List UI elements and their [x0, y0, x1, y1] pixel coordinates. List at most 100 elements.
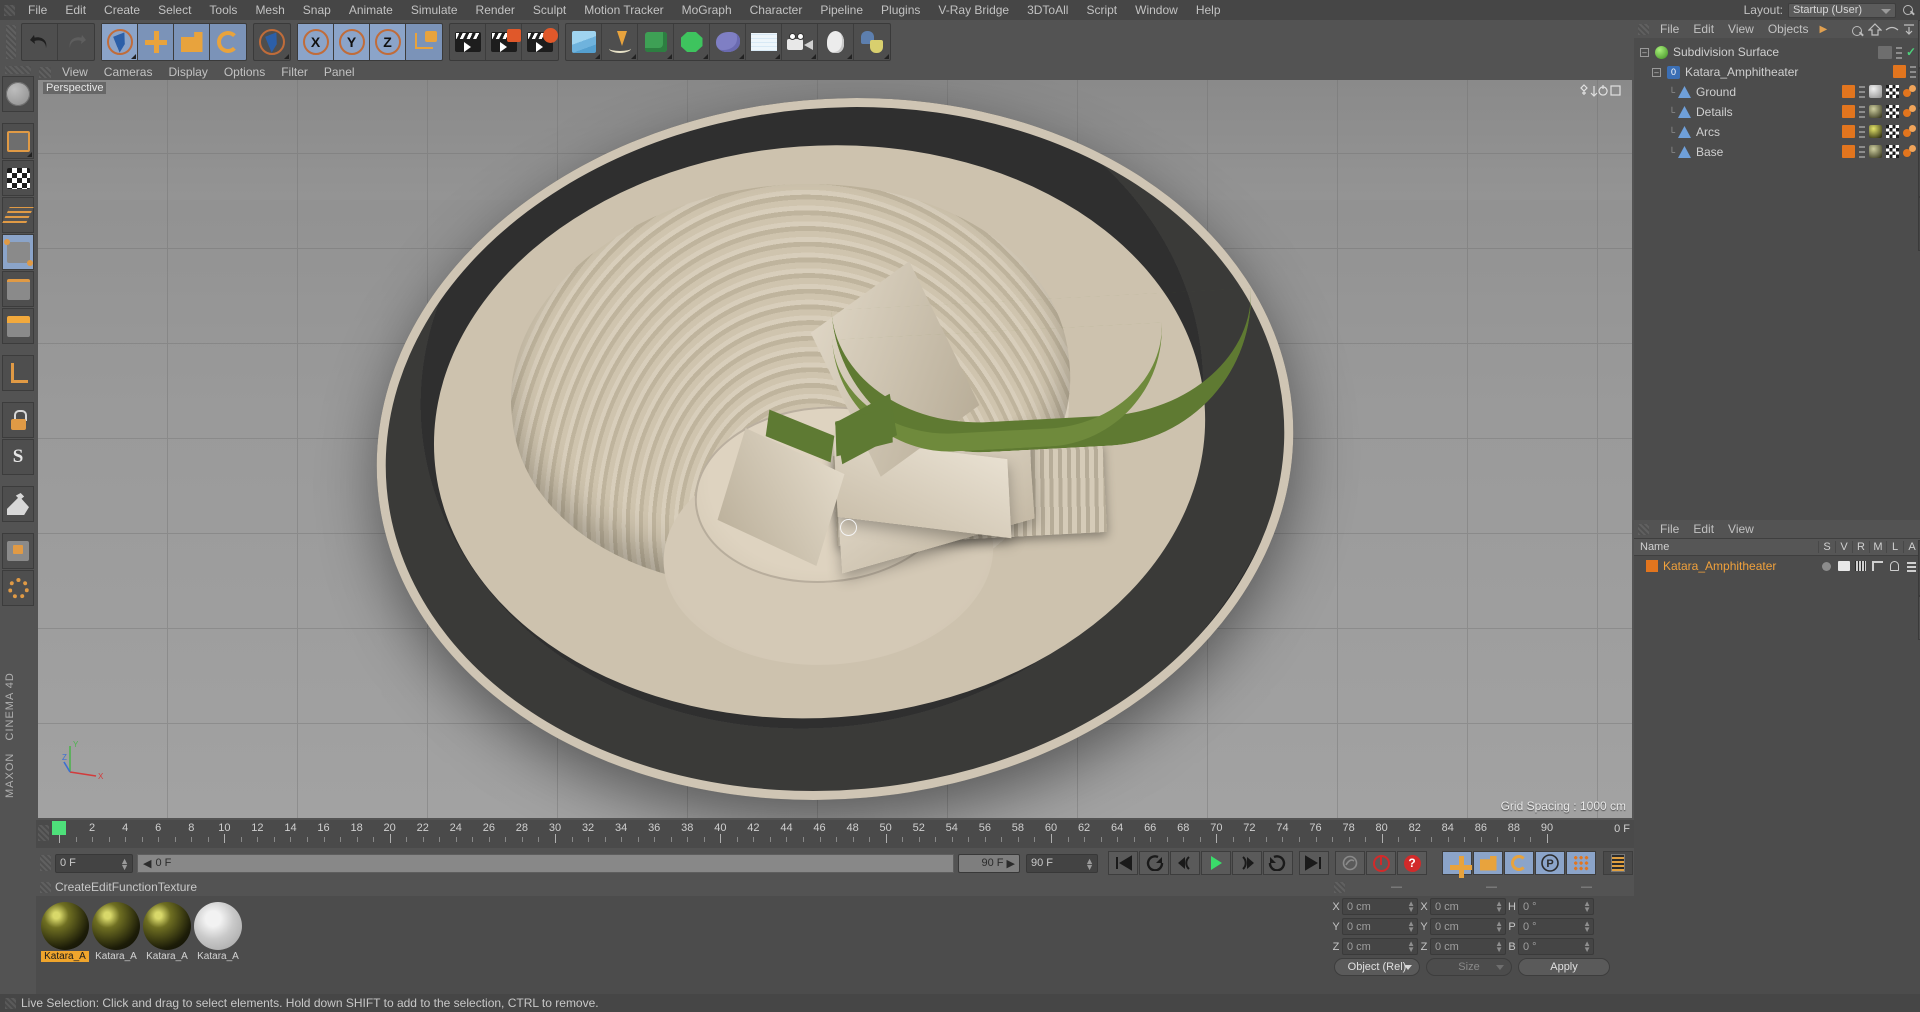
menu-grip[interactable] — [4, 4, 15, 16]
menu-vray-bridge[interactable]: V-Ray Bridge — [929, 0, 1018, 20]
size-x-field[interactable]: 0 cm ▲ ▼ — [1430, 898, 1506, 915]
enable-snap-button[interactable]: S — [2, 439, 34, 475]
menu-edit[interactable]: Edit — [56, 0, 95, 20]
transport-grip[interactable] — [40, 855, 51, 871]
selection-tag-icon[interactable] — [1903, 145, 1916, 158]
menu-file[interactable]: File — [19, 0, 56, 20]
stepper-icon[interactable]: ▲ ▼ — [1407, 900, 1415, 914]
layout-dropdown[interactable]: Startup (User) — [1788, 2, 1896, 18]
material-tag-icon[interactable] — [1869, 125, 1882, 138]
coordinate-mode-dropdown[interactable]: Object (Rel) — [1334, 957, 1420, 976]
stepper-icon[interactable]: ▲ ▼ — [1583, 920, 1591, 934]
layer-menu-view[interactable]: View — [1721, 522, 1761, 536]
render-picture-viewer-button[interactable] — [486, 24, 522, 60]
menu-simulate[interactable]: Simulate — [402, 0, 467, 20]
menu-create[interactable]: Create — [95, 0, 149, 20]
viewport-solo-button[interactable] — [2, 570, 34, 606]
parameter-key-button[interactable]: P — [1535, 851, 1565, 875]
material-tag-icon[interactable] — [1869, 105, 1882, 118]
loop-button[interactable] — [1263, 851, 1293, 875]
material-tag-icon[interactable] — [1869, 145, 1882, 158]
selection-tag-icon[interactable] — [1903, 105, 1916, 118]
object-tags[interactable]: ✓ — [1877, 45, 1916, 59]
menu-overflow-arrow-icon[interactable]: ▶ — [1816, 24, 1832, 35]
make-editable-button[interactable] — [2, 76, 34, 112]
menu-pipeline[interactable]: Pipeline — [811, 0, 872, 20]
object-home-icon[interactable] — [1867, 23, 1883, 39]
material-item[interactable]: Katara_A — [41, 902, 89, 962]
object-tags[interactable] — [1842, 85, 1916, 98]
world-object-coordinates-button[interactable] — [406, 24, 442, 60]
left-toolbar-grip[interactable] — [5, 66, 31, 74]
menu-select[interactable]: Select — [149, 0, 200, 20]
viewport-menu-options[interactable]: Options — [216, 65, 273, 79]
go-to-start-button[interactable] — [1108, 851, 1138, 875]
timeline-grip[interactable] — [38, 825, 49, 841]
stepper-icon[interactable]: ▲ ▼ — [1495, 900, 1503, 914]
texture-tag-icon[interactable] — [1886, 125, 1899, 138]
menu-character[interactable]: Character — [741, 0, 812, 20]
preview-end-field[interactable]: 90 F ▶ — [958, 853, 1020, 873]
render-settings-button[interactable] — [522, 24, 558, 60]
axis-modify-button[interactable] — [2, 355, 34, 391]
layer-render-cell[interactable] — [1852, 561, 1869, 571]
stepper-icon[interactable]: ▲ ▼ — [1583, 900, 1591, 914]
object-manager-menu-edit[interactable]: Edit — [1686, 22, 1721, 36]
axis-lock-x-button[interactable]: X — [298, 24, 334, 60]
timeline-ruler[interactable]: 0246810121416182022242628303234363840424… — [36, 820, 1634, 848]
stepper-icon[interactable]: ▲ ▼ — [1085, 856, 1094, 871]
object-expand-icon[interactable] — [1902, 23, 1916, 39]
layer-solo-cell[interactable] — [1818, 561, 1835, 571]
menu-render[interactable]: Render — [467, 0, 524, 20]
col-visible[interactable]: V — [1835, 541, 1852, 553]
redo-button[interactable] — [58, 24, 94, 60]
object-tags[interactable] — [1842, 125, 1916, 138]
layer-color-tag[interactable] — [1842, 125, 1855, 138]
layer-menu-file[interactable]: File — [1653, 522, 1686, 536]
add-array-button[interactable] — [638, 24, 674, 60]
object-manager-menu-objects[interactable]: Objects — [1761, 22, 1816, 36]
object-manager-tree[interactable]: – Subdivision Surface ✓ – 0 Katara_Amphi… — [1634, 38, 1920, 508]
toolbar-grip[interactable] — [6, 25, 16, 59]
object-row-arcs[interactable]: └ Arcs — [1634, 122, 1920, 142]
material-item[interactable]: Katara_A — [143, 902, 191, 962]
texture-mode-button[interactable] — [2, 160, 34, 196]
selection-tag-icon[interactable] — [1903, 85, 1916, 98]
position-z-field[interactable]: 0 cm ▲ ▼ — [1342, 938, 1418, 955]
add-light-button[interactable] — [818, 24, 854, 60]
visibility-dots-icon[interactable] — [1877, 45, 1892, 59]
layer-manager-cell[interactable] — [1869, 561, 1886, 571]
step-back-button[interactable] — [1170, 851, 1200, 875]
position-x-field[interactable]: 0 cm ▲ ▼ — [1342, 898, 1418, 915]
object-tags[interactable] — [1893, 65, 1916, 78]
autokeying-button[interactable] — [1366, 851, 1396, 875]
undo-button[interactable] — [22, 24, 58, 60]
object-manager-grip[interactable] — [1638, 23, 1649, 35]
rotation-h-field[interactable]: 0 ° ▲ ▼ — [1518, 898, 1594, 915]
material-item[interactable]: Katara_A — [194, 902, 242, 962]
current-frame-field[interactable]: 0 F ▲ ▼ — [55, 853, 133, 873]
col-manager[interactable]: M — [1869, 541, 1886, 553]
object-manager-menu-file[interactable]: File — [1653, 22, 1686, 36]
axis-lock-y-button[interactable]: Y — [334, 24, 370, 60]
material-menu-function[interactable]: Function — [112, 880, 158, 894]
layer-color-tag[interactable] — [1842, 145, 1855, 158]
stepper-icon[interactable]: ▲ ▼ — [1495, 940, 1503, 954]
object-tags[interactable] — [1842, 105, 1916, 118]
add-camera-button[interactable] — [782, 24, 818, 60]
viewport-menu-cameras[interactable]: Cameras — [96, 65, 161, 79]
object-row-subdivision-surface[interactable]: – Subdivision Surface ✓ — [1634, 42, 1920, 62]
col-render[interactable]: R — [1852, 541, 1869, 553]
menu-snap[interactable]: Snap — [294, 0, 340, 20]
expand-toggle[interactable]: – — [1640, 47, 1649, 57]
menu-3dtoall[interactable]: 3DToAll — [1018, 0, 1077, 20]
menu-animate[interactable]: Animate — [340, 0, 402, 20]
model-mode-button[interactable] — [2, 123, 34, 159]
rotation-p-field[interactable]: 0 ° ▲ ▼ — [1518, 918, 1594, 935]
selection-tag-icon[interactable] — [1903, 125, 1916, 138]
layer-lock-cell[interactable] — [1886, 561, 1903, 571]
apply-button[interactable]: Apply — [1518, 957, 1610, 976]
render-view-button[interactable] — [450, 24, 486, 60]
point-level-animation-button[interactable] — [1566, 851, 1596, 875]
viewport-nav-gizmo[interactable] — [1580, 83, 1626, 97]
